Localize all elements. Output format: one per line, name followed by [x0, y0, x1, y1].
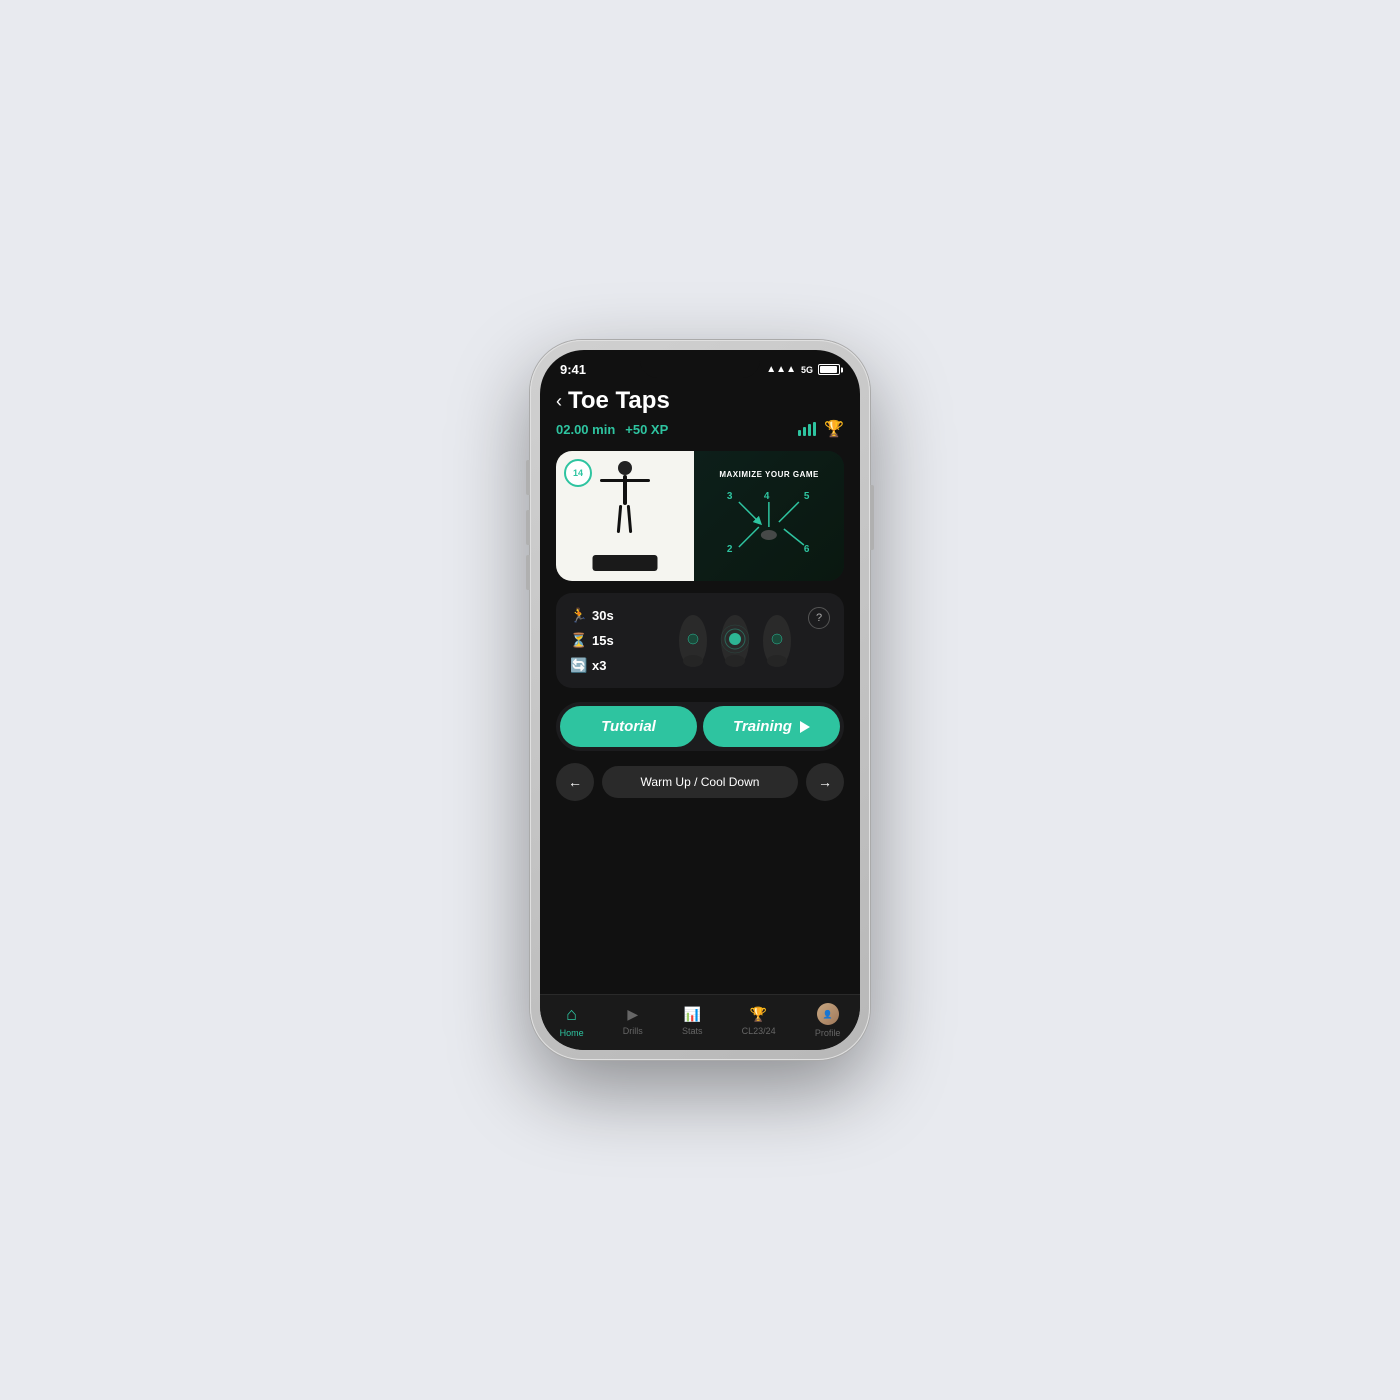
meta-row: 02.00 min +50 XP 🏆 — [556, 419, 844, 439]
nav-item-home[interactable]: ⌂ Home — [560, 1004, 584, 1038]
repeat-icon: 🔄 — [570, 657, 586, 674]
avatar-icon: 👤 — [823, 1010, 833, 1019]
exercise-stats: 🏃 30s ⏳ 15s 🔄 x3 — [570, 607, 640, 674]
duration-value: 30s — [592, 608, 614, 623]
svg-text:2: 2 — [727, 544, 733, 555]
svg-text:3: 3 — [727, 491, 733, 502]
signal-icon: ▲▲▲ — [766, 364, 796, 375]
drills-icon: ▶ — [627, 1006, 638, 1023]
exercise-card: 🏃 30s ⏳ 15s 🔄 x3 — [556, 593, 844, 688]
speed-line-3 — [808, 424, 811, 436]
cl-label: CL23/24 — [742, 1026, 776, 1036]
bottom-nav: ⌂ Home ▶ Drills 📊 Stats 🏆 CL23/24 👤 — [540, 994, 860, 1050]
phone-screen: 9:41 ▲▲▲ 5G ‹ Toe Taps 02.00 min +50 XP — [540, 350, 860, 1050]
xp-label: +50 XP — [625, 422, 668, 437]
foot-right — [759, 611, 795, 671]
meta-left: 02.00 min +50 XP — [556, 422, 668, 437]
feet-visual — [640, 607, 830, 674]
video-diagram: MAXIMIZE YOUR GAME 3 4 5 2 6 — [694, 451, 844, 581]
foot-left — [675, 611, 711, 671]
hourglass-icon: ⏳ — [570, 632, 586, 649]
training-button[interactable]: Training — [703, 706, 840, 747]
foot-right-svg — [759, 611, 795, 671]
home-icon: ⌂ — [566, 1004, 577, 1025]
speed-line-2 — [803, 427, 806, 436]
running-icon: 🏃 — [570, 607, 586, 624]
foot-center-svg — [717, 611, 753, 671]
training-label: Training — [733, 718, 792, 735]
action-buttons: Tutorial Training — [556, 702, 844, 751]
battery-icon — [818, 364, 840, 375]
video-right-panel: MAXIMIZE YOUR GAME 3 4 5 2 6 — [694, 451, 844, 581]
foot-center — [717, 611, 753, 671]
rounds-value: x3 — [592, 658, 606, 673]
nav-item-cl[interactable]: 🏆 CL23/24 — [742, 1006, 776, 1036]
speed-lines-icon — [798, 422, 816, 436]
nav-item-drills[interactable]: ▶ Drills — [623, 1006, 643, 1036]
video-timer: 14 — [564, 459, 592, 487]
header: ‹ Toe Taps 02.00 min +50 XP — [556, 381, 844, 451]
warm-up-button[interactable]: Warm Up / Cool Down — [602, 766, 798, 798]
svg-text:6: 6 — [804, 544, 810, 555]
rounds-stat: 🔄 x3 — [570, 657, 640, 674]
status-icons: ▲▲▲ 5G — [766, 364, 840, 375]
video-left-panel: 14 — [556, 451, 694, 581]
svg-text:4: 4 — [764, 491, 770, 502]
back-title-row: ‹ Toe Taps — [556, 387, 844, 415]
stats-icon: 📊 — [683, 1006, 700, 1023]
play-icon — [800, 721, 810, 733]
next-button[interactable]: → — [806, 763, 844, 801]
drills-label: Drills — [623, 1026, 643, 1036]
duration-label: 02.00 min — [556, 422, 615, 437]
meta-icons: 🏆 — [798, 419, 844, 439]
speed-line-4 — [813, 422, 816, 436]
rest-stat: ⏳ 15s — [570, 632, 640, 649]
home-label: Home — [560, 1028, 584, 1038]
tutorial-button[interactable]: Tutorial — [560, 706, 697, 747]
nav-item-stats[interactable]: 📊 Stats — [682, 1006, 703, 1036]
profile-label: Profile — [815, 1028, 841, 1038]
prev-button[interactable]: ← — [556, 763, 594, 801]
video-card[interactable]: 14 — [556, 451, 844, 581]
speed-line-1 — [798, 430, 801, 436]
cl-icon: 🏆 — [750, 1006, 767, 1023]
phone-frame: 9:41 ▲▲▲ 5G ‹ Toe Taps 02.00 min +50 XP — [530, 340, 870, 1060]
exercise-card-inner: 🏃 30s ⏳ 15s 🔄 x3 — [570, 607, 830, 674]
screen-content: ‹ Toe Taps 02.00 min +50 XP — [540, 381, 860, 994]
page-title: Toe Taps — [568, 387, 670, 415]
profile-avatar: 👤 — [817, 1003, 839, 1025]
notch — [640, 350, 760, 378]
nav-pills: ← Warm Up / Cool Down → — [556, 763, 844, 801]
back-button[interactable]: ‹ — [556, 391, 562, 412]
status-time: 9:41 — [560, 362, 586, 377]
drill-diagram-svg: 3 4 5 2 6 — [702, 487, 836, 562]
help-button[interactable]: ? — [808, 607, 830, 629]
foot-left-svg — [675, 611, 711, 671]
video-title: MAXIMIZE YOUR GAME — [719, 470, 819, 479]
stats-label: Stats — [682, 1026, 703, 1036]
duration-stat: 🏃 30s — [570, 607, 640, 624]
nav-item-profile[interactable]: 👤 Profile — [815, 1003, 841, 1038]
rest-value: 15s — [592, 633, 614, 648]
svg-text:5: 5 — [804, 491, 810, 502]
network-label: 5G — [801, 365, 813, 375]
trophy-icon: 🏆 — [824, 419, 844, 439]
